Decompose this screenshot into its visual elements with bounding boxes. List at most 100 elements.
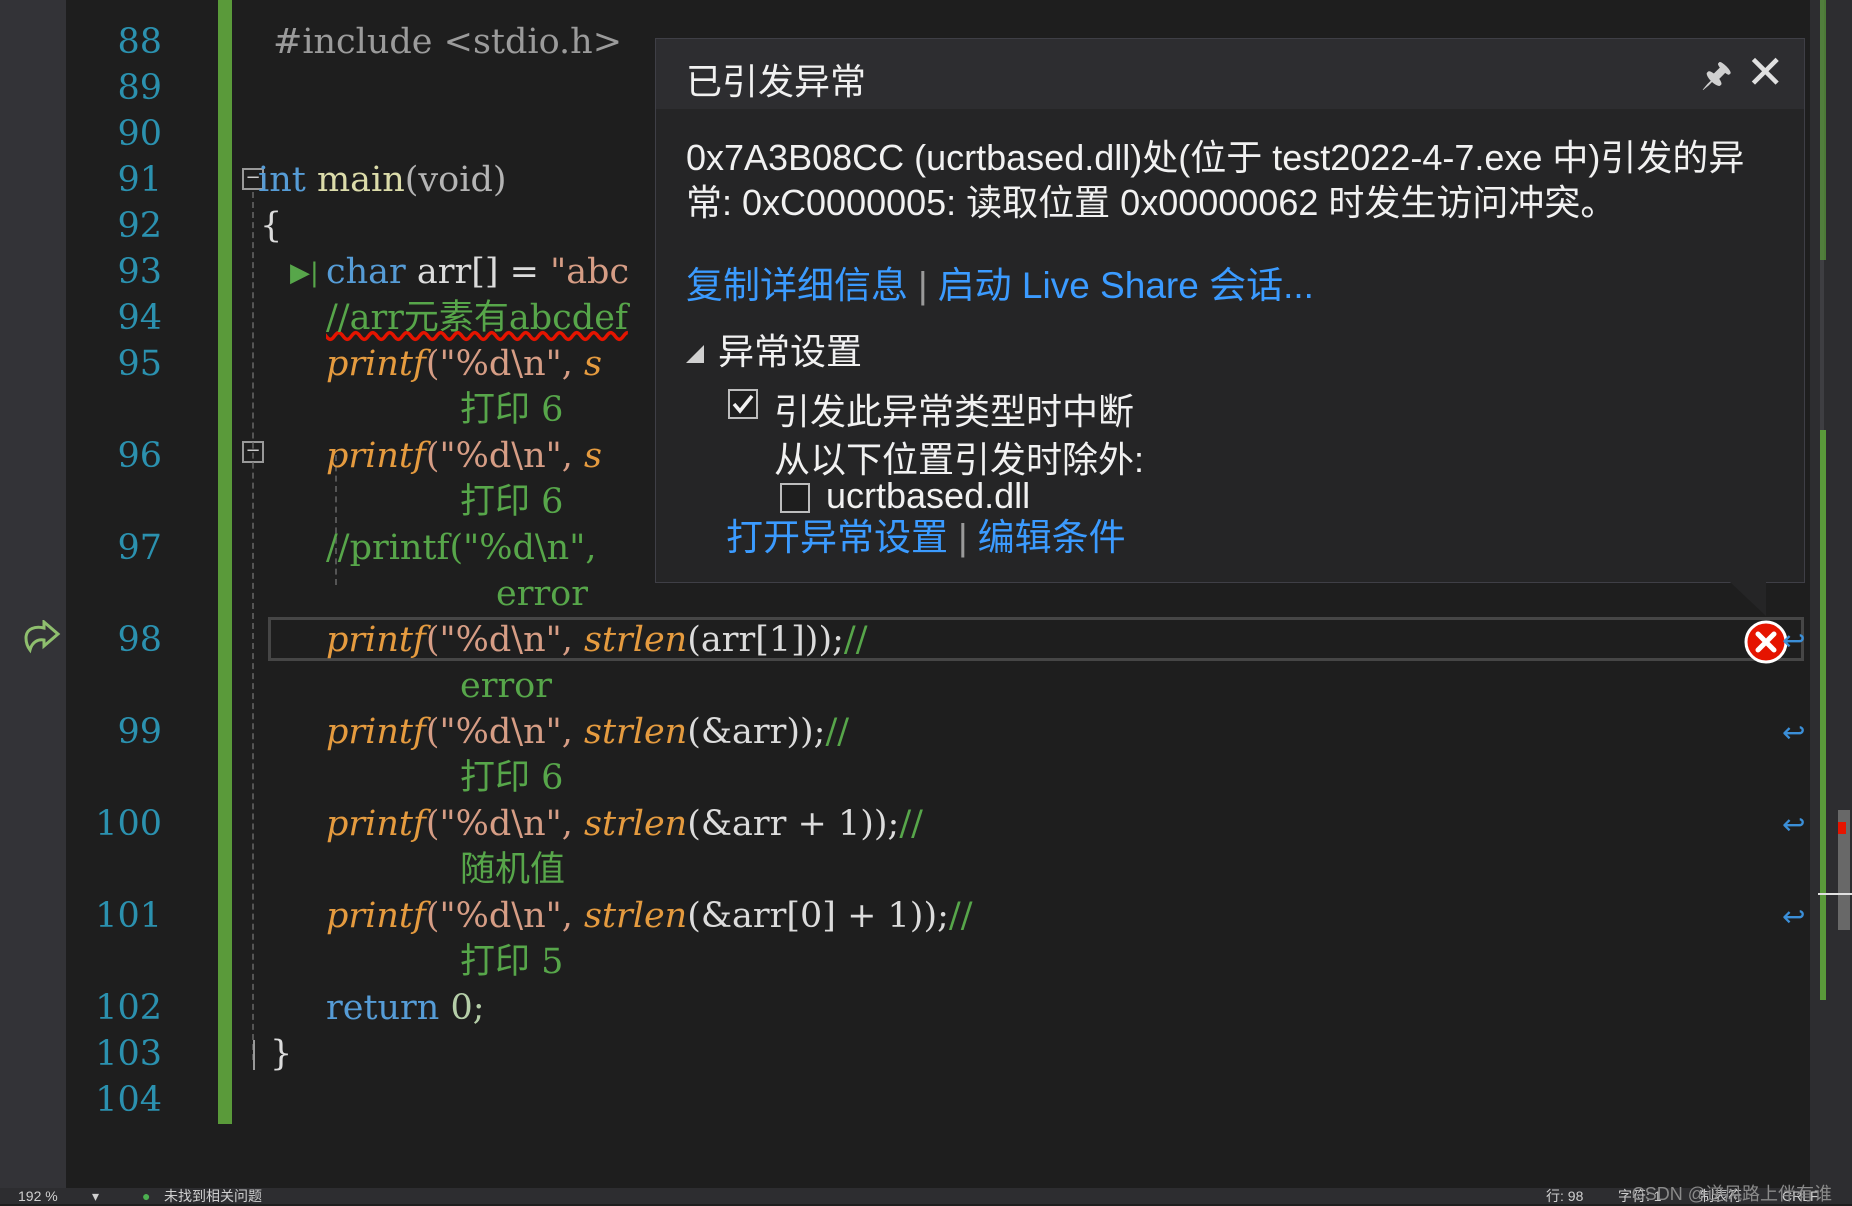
popup-header: 已引发异常 🖈 ✕: [656, 39, 1804, 109]
word-wrap-icon: ↩: [1782, 716, 1806, 749]
issues-status[interactable]: 未找到相关问题: [164, 1188, 262, 1204]
function-name: strlen: [584, 804, 688, 844]
string-literal: ("%d\n",: [425, 896, 573, 936]
string-literal: ("%d\n",: [425, 436, 573, 476]
function-name: printf: [326, 436, 426, 476]
code-line-95[interactable]: printf("%d\n", s: [326, 342, 602, 386]
collapse-triangle-icon[interactable]: [686, 345, 704, 364]
code-text: s: [572, 436, 602, 476]
code-line-96[interactable]: printf("%d\n", s: [326, 434, 602, 478]
zoom-dropdown-icon[interactable]: ▾: [92, 1188, 99, 1204]
line-number: 97: [117, 528, 162, 568]
function-name: printf: [326, 712, 426, 752]
line-number: 99: [117, 712, 162, 752]
annotation: 随机值: [460, 850, 566, 890]
code-text: 0;: [439, 988, 485, 1028]
code-line-92[interactable]: {: [260, 204, 282, 248]
checkmark-icon: [732, 394, 754, 414]
word-wrap-icon: ↩: [1782, 900, 1806, 933]
annotation: 打印 6: [460, 390, 564, 430]
break-on-exception-checkbox[interactable]: [728, 389, 758, 419]
next-statement-arrow-icon[interactable]: [22, 620, 62, 656]
pin-icon[interactable]: 🖈: [1701, 51, 1732, 108]
code-text: (&arr[0] + 1));: [687, 896, 949, 936]
separator: |: [918, 265, 928, 306]
change-marker: [1820, 430, 1826, 1000]
code-text: (&arr + 1));: [687, 804, 900, 844]
code-text: arr[] =: [405, 252, 551, 292]
comment: //: [825, 712, 850, 752]
break-on-exception-label[interactable]: 引发此异常类型时中断: [774, 383, 1134, 435]
change-tracking-bar: [218, 0, 232, 1124]
indicator-margin[interactable]: [0, 0, 66, 1188]
exception-message: 0x7A3B08CC (ucrtbased.dll)处(位于 test2022-…: [686, 137, 1745, 223]
copy-details-link[interactable]: 复制详细信息: [686, 265, 908, 306]
line-number: 96: [117, 436, 162, 476]
popup-settings-links: 打开异常设置 | 编辑条件: [726, 507, 1126, 561]
open-exception-settings-link[interactable]: 打开异常设置: [726, 517, 948, 558]
keyword: int: [258, 160, 306, 200]
function-name: main: [316, 160, 405, 200]
annotation: 打印 6: [460, 482, 564, 522]
code-line-94[interactable]: //arr元素有abcdef: [326, 296, 628, 340]
line-indicator[interactable]: 行: 98: [1546, 1188, 1583, 1204]
live-share-link[interactable]: 启动 Live Share 会话...: [938, 265, 1314, 306]
line-number: 89: [117, 68, 162, 108]
line-number: 101: [95, 896, 162, 936]
code-line-97[interactable]: //printf("%d\n",: [326, 526, 596, 570]
code-line-91[interactable]: int main(void): [258, 158, 507, 202]
line-number: 88: [117, 22, 162, 62]
edit-conditions-link[interactable]: 编辑条件: [978, 517, 1126, 558]
annotation: 打印 5: [460, 942, 564, 982]
word-wrap-icon: ↩: [1782, 808, 1806, 841]
function-name: strlen: [584, 896, 688, 936]
function-name: printf: [326, 620, 426, 660]
change-marker: [1820, 0, 1826, 260]
status-bar: 192 % ▾ ● 未找到相关问题 行: 98 字符: 1 制表符 CRLF: [0, 1188, 1852, 1204]
line-number: 94: [117, 298, 162, 338]
line-number: 100: [95, 804, 162, 844]
line-number: 93: [117, 252, 162, 292]
string-literal: ("%d\n",: [425, 804, 573, 844]
line-number: 103: [95, 1034, 162, 1074]
code-line-102[interactable]: return 0;: [326, 986, 485, 1030]
popup-links: 复制详细信息 | 启动 Live Share 会话...: [686, 255, 1314, 309]
line-number: 95: [117, 344, 162, 384]
zoom-level[interactable]: 192 %: [18, 1188, 58, 1204]
code-text: (&arr));: [687, 712, 826, 752]
annotation: 打印 6: [460, 758, 564, 798]
word-wrap-icon: ↩: [1782, 624, 1806, 657]
code-line-98[interactable]: printf("%d\n", strlen(arr[1]));//: [326, 618, 868, 662]
indent-guide: [253, 1040, 255, 1070]
code-line-103[interactable]: }: [270, 1032, 292, 1076]
exception-settings-header[interactable]: 异常设置: [686, 323, 862, 375]
comment: //: [843, 620, 868, 660]
error-marker: [1838, 822, 1846, 834]
code-text: (void): [404, 160, 507, 200]
comment: //: [899, 804, 923, 844]
code-line-99[interactable]: printf("%d\n", strlen(&arr));//: [326, 710, 849, 754]
string-literal: ("%d\n",: [425, 712, 573, 752]
line-number: 98: [117, 620, 162, 660]
exception-settings-label: 异常设置: [718, 331, 863, 372]
function-name: printf: [326, 896, 426, 936]
caret-marker: [1818, 893, 1852, 895]
line-number: 91: [117, 160, 162, 200]
exception-popup: 已引发异常 🖈 ✕ 0x7A3B08CC (ucrtbased.dll)处(位于…: [655, 38, 1805, 583]
code-line-93[interactable]: char arr[] = "abc: [326, 250, 629, 294]
line-number: 104: [95, 1080, 162, 1120]
close-icon[interactable]: ✕: [1746, 45, 1785, 99]
code-line-88[interactable]: #include <stdio.h>: [273, 20, 622, 64]
run-to-click-icon[interactable]: ▶|: [290, 258, 319, 288]
code-line-100[interactable]: printf("%d\n", strlen(&arr + 1));//: [326, 802, 923, 846]
check-icon: ●: [142, 1188, 151, 1204]
watermark: CSDN @逆风路上伴有谁: [1631, 1184, 1832, 1204]
keyword: char: [326, 252, 406, 292]
code-line-101[interactable]: printf("%d\n", strlen(&arr[0] + 1));//: [326, 894, 973, 938]
string-literal: ("%d\n",: [425, 344, 573, 384]
function-name: strlen: [584, 620, 688, 660]
separator: |: [958, 517, 968, 558]
function-name: printf: [326, 344, 426, 384]
vertical-scrollbar[interactable]: [1810, 0, 1852, 1188]
string-literal: "abc: [550, 252, 630, 292]
